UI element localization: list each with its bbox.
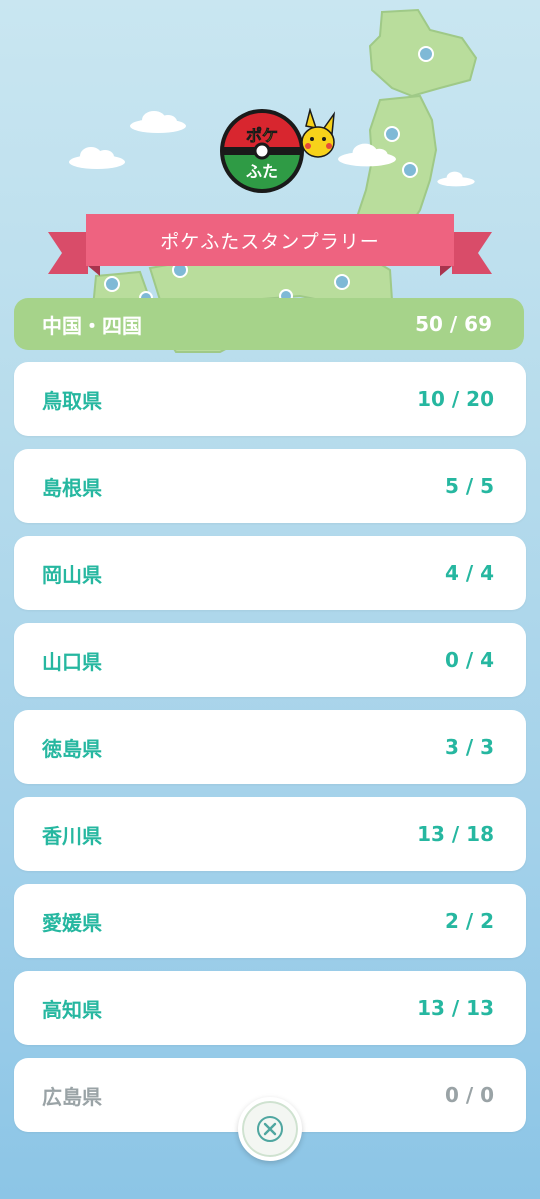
prefecture-name: 香川県 — [42, 823, 102, 848]
prefecture-name: 山口県 — [42, 649, 102, 674]
prefecture-list: 鳥取県 10 / 20 島根県 5 / 5 岡山県 4 / 4 山口県 0 / … — [14, 362, 526, 1145]
prefecture-count: 4 / 4 — [444, 561, 494, 585]
prefecture-name: 高知県 — [42, 997, 102, 1022]
prefecture-name: 鳥取県 — [42, 388, 102, 413]
prefecture-name: 愛媛県 — [42, 910, 102, 935]
prefecture-count: 0 / 4 — [444, 648, 494, 672]
map-pin-icon — [384, 126, 400, 142]
prefecture-name: 島根県 — [42, 475, 102, 500]
prefecture-count: 3 / 3 — [444, 735, 494, 759]
prefecture-row-shimane[interactable]: 島根県 5 / 5 — [14, 449, 526, 523]
prefecture-count: 2 / 2 — [444, 909, 494, 933]
prefecture-row-yamaguchi[interactable]: 山口県 0 / 4 — [14, 623, 526, 697]
prefecture-count: 0 / 0 — [444, 1083, 494, 1107]
cloud-decoration — [130, 111, 186, 133]
cloud-decoration — [69, 147, 125, 169]
prefecture-count: 13 / 18 — [417, 822, 494, 846]
cloud-decoration — [437, 171, 475, 187]
prefecture-name: 岡山県 — [42, 562, 102, 587]
prefecture-row-tokushima[interactable]: 徳島県 3 / 3 — [14, 710, 526, 784]
close-icon — [257, 1116, 283, 1142]
prefecture-row-ehime[interactable]: 愛媛県 2 / 2 — [14, 884, 526, 958]
map-pin-icon — [418, 46, 434, 62]
region-header: 中国・四国 50 / 69 — [14, 298, 524, 350]
prefecture-name: 広島県 — [42, 1084, 102, 1109]
cloud-decoration — [338, 143, 396, 167]
prefecture-count: 10 / 20 — [417, 387, 494, 411]
prefecture-count: 13 / 13 — [417, 996, 494, 1020]
prefecture-row-kagawa[interactable]: 香川県 13 / 18 — [14, 797, 526, 871]
poke-futa-logo: ポケ ふた — [220, 108, 336, 193]
banner-title: ポケふたスタンプラリー — [160, 230, 380, 253]
svg-text:ふた: ふた — [246, 162, 278, 181]
close-button[interactable] — [238, 1097, 302, 1161]
svg-text:ポケ: ポケ — [246, 126, 278, 145]
prefecture-count: 5 / 5 — [444, 474, 494, 498]
prefecture-row-okayama[interactable]: 岡山県 4 / 4 — [14, 536, 526, 610]
map-pin-icon — [402, 162, 418, 178]
region-count: 50 / 69 — [415, 312, 492, 336]
region-name: 中国・四国 — [42, 313, 142, 338]
prefecture-row-tottori[interactable]: 鳥取県 10 / 20 — [14, 362, 526, 436]
prefecture-name: 徳島県 — [42, 736, 102, 761]
prefecture-row-kochi[interactable]: 高知県 13 / 13 — [14, 971, 526, 1045]
